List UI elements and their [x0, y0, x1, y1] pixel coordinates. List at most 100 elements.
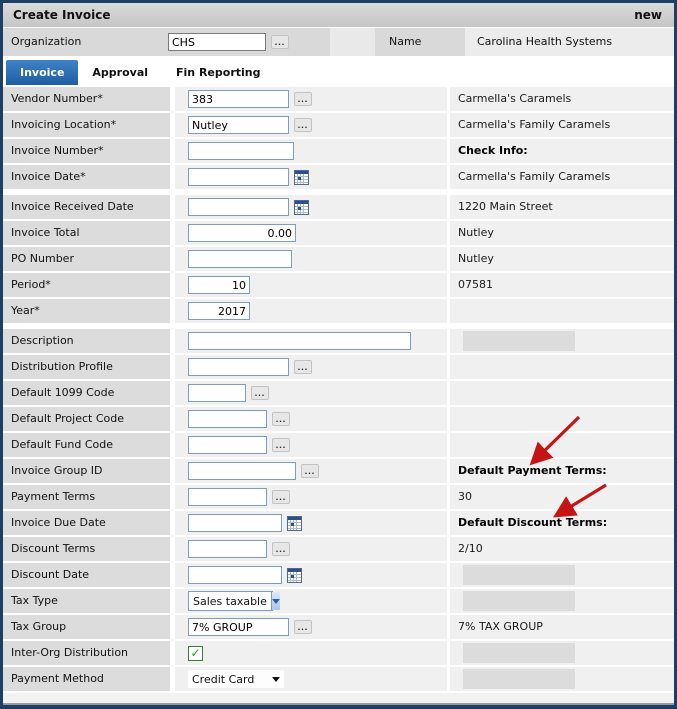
input-cell-payment-terms: ... [175, 485, 447, 509]
organization-input[interactable] [168, 33, 266, 51]
value-cell-invoice-total: Nutley [450, 221, 674, 245]
footer-strip [3, 693, 674, 705]
default-1099-code-input[interactable] [188, 384, 246, 402]
value-cell-tax-type [450, 589, 674, 613]
input-cell-invoice-due-date [175, 511, 447, 535]
field-label-invoice-received-date: Invoice Received Date [3, 195, 170, 219]
value-text-nutley: Nutley [458, 252, 494, 265]
invoice-group-id-input[interactable] [188, 462, 296, 480]
value-cell-description [450, 329, 674, 353]
distribution-profile-input[interactable] [188, 358, 289, 376]
input-cell-description [175, 329, 447, 353]
dropdown-arrow-icon [272, 677, 280, 682]
value-cell-tax-group: 7% TAX GROUP [450, 615, 674, 639]
form-row-invoice-total: Invoice Total Nutley [3, 221, 674, 247]
tab-invoice[interactable]: Invoice [6, 60, 78, 85]
invoicing-location-lookup-button[interactable]: ... [294, 118, 312, 132]
default-1099-code-lookup-button[interactable]: ... [251, 386, 269, 400]
form-row-year: Year* [3, 299, 674, 325]
value-text-2-10: 2/10 [458, 542, 483, 555]
form-row-discount-terms: Discount Terms...2/10 [3, 537, 674, 563]
invoice-group-id-lookup-button[interactable]: ... [301, 464, 319, 478]
discount-date-input[interactable] [188, 566, 282, 584]
value-cell-payment-terms: 30 [450, 485, 674, 509]
field-label-payment-terms: Payment Terms [3, 485, 170, 509]
form-row-distribution-profile: Distribution Profile... [3, 355, 674, 381]
input-cell-default-1099-code: ... [175, 381, 447, 405]
field-label-invoice-group-id: Invoice Group ID [3, 459, 170, 483]
field-label-default-1099-code: Default 1099 Code [3, 381, 170, 405]
value-heading-default-payment-terms: Default Payment Terms: [458, 464, 607, 477]
name-label: Name [375, 28, 465, 56]
default-fund-code-input[interactable] [188, 436, 267, 454]
discount-terms-input[interactable] [188, 540, 267, 558]
input-cell-tax-type: Sales taxable [175, 589, 447, 613]
invoice-total-input[interactable] [188, 224, 296, 242]
chevron-down-icon[interactable] [271, 592, 280, 610]
payment-method-dropdown[interactable]: Credit Card [188, 670, 284, 688]
payment-terms-lookup-button[interactable]: ... [272, 490, 290, 504]
field-label-invoice-total: Invoice Total [3, 221, 170, 245]
discount-terms-lookup-button[interactable]: ... [272, 542, 290, 556]
invoice-received-date-input[interactable] [188, 198, 289, 216]
vendor-number-lookup-button[interactable]: ... [294, 92, 312, 106]
form-row-tax-type: Tax TypeSales taxable [3, 589, 674, 615]
invoice-received-date-calendar-icon[interactable] [294, 200, 309, 215]
value-cell-payment-method [450, 667, 674, 691]
form-row-tax-group: Tax Group...7% TAX GROUP [3, 615, 674, 641]
value-cell-default-project-code [450, 407, 674, 431]
year-input[interactable] [188, 302, 250, 320]
input-cell-discount-terms: ... [175, 537, 447, 561]
payment-terms-input[interactable] [188, 488, 267, 506]
empty-value-box [463, 565, 575, 585]
value-cell-discount-terms: 2/10 [450, 537, 674, 561]
value-cell-invoice-group-id: Default Payment Terms: [450, 459, 674, 483]
form-row-invoice-group-id: Invoice Group ID... Default Payment Terms… [3, 459, 674, 485]
value-text-1220-main-street: 1220 Main Street [458, 200, 553, 213]
tab-approval[interactable]: Approval [78, 60, 162, 85]
invoice-due-date-input[interactable] [188, 514, 282, 532]
default-fund-code-lookup-button[interactable]: ... [272, 438, 290, 452]
input-cell-invoicing-location: ... [175, 113, 447, 137]
tax-group-input[interactable] [188, 618, 289, 636]
form-row-period: Period*07581 [3, 273, 674, 299]
input-cell-vendor-number: ... [175, 87, 447, 111]
field-label-default-fund-code: Default Fund Code [3, 433, 170, 457]
organization-lookup-button[interactable]: ... [271, 35, 289, 49]
form-row-invoice-due-date: Invoice Due DateDefault Discount Terms: [3, 511, 674, 537]
tax-group-lookup-button[interactable]: ... [294, 620, 312, 634]
form-row-default-fund-code: Default Fund Code... [3, 433, 674, 459]
input-cell-payment-method: Credit Card [175, 667, 447, 691]
description-input[interactable] [188, 332, 411, 350]
input-cell-invoice-number [175, 139, 447, 163]
form-row-invoice-received-date: Invoice Received Date 1220 Main Street [3, 195, 674, 221]
organization-spacer [330, 28, 375, 56]
default-project-code-input[interactable] [188, 410, 267, 428]
tax-type-selected-value: Sales taxable [189, 595, 271, 608]
period-input[interactable] [188, 276, 250, 294]
input-cell-po-number [175, 247, 447, 271]
discount-date-calendar-icon[interactable] [287, 568, 302, 583]
invoice-date-calendar-icon[interactable] [294, 170, 309, 185]
empty-value-box [463, 643, 575, 663]
tab-fin-reporting[interactable]: Fin Reporting [162, 60, 274, 85]
vendor-number-input[interactable] [188, 90, 289, 108]
input-cell-default-project-code: ... [175, 407, 447, 431]
tax-type-select[interactable]: Sales taxable [188, 591, 273, 611]
inter-org-distribution-allowed-checkbox[interactable]: ✓ [188, 646, 203, 661]
form-row-discount-date: Discount Date [3, 563, 674, 589]
field-label-period: Period* [3, 273, 170, 297]
po-number-input[interactable] [188, 250, 292, 268]
default-project-code-lookup-button[interactable]: ... [272, 412, 290, 426]
form-row-description: Description [3, 329, 674, 355]
input-cell-invoice-group-id: ... [175, 459, 447, 483]
invoice-date-input[interactable] [188, 168, 289, 186]
distribution-profile-lookup-button[interactable]: ... [294, 360, 312, 374]
value-text-nutley: Nutley [458, 226, 494, 239]
invoice-due-date-calendar-icon[interactable] [287, 516, 302, 531]
tab-bar: InvoiceApprovalFin Reporting [3, 60, 674, 85]
value-cell-invoice-date: Carmella's Family Caramels [450, 165, 674, 189]
invoice-number-input[interactable] [188, 142, 294, 160]
invoicing-location-input[interactable] [188, 116, 289, 134]
bottom-border [3, 705, 674, 709]
